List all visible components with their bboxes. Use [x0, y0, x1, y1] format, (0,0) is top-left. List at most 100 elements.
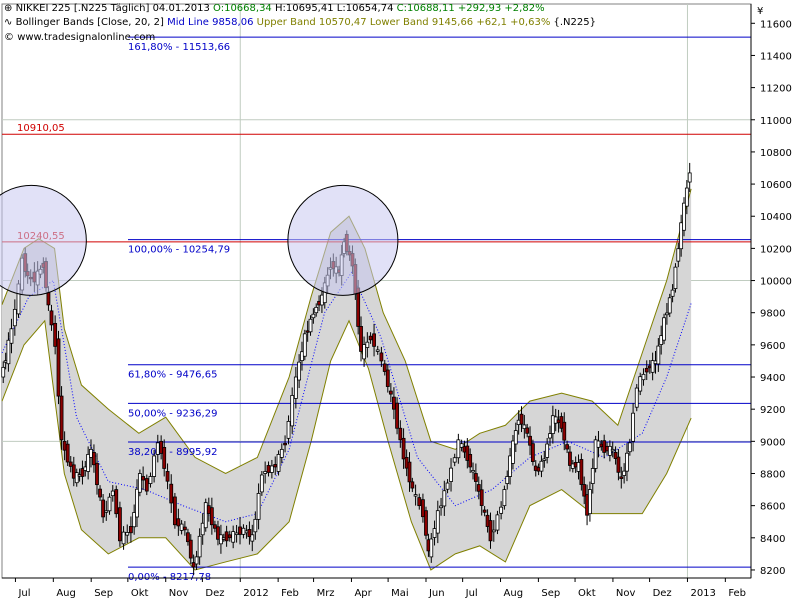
candle-body — [644, 367, 649, 373]
x-tick-label: Mai — [391, 588, 409, 599]
x-tick-label: Feb — [728, 588, 746, 599]
fib-level-label: 38,20% - 8995,92 — [128, 447, 217, 458]
candle-body — [46, 291, 51, 306]
candle-body — [388, 390, 393, 395]
candle-body — [200, 522, 205, 536]
candle-body — [545, 443, 550, 458]
x-tick-label: Jun — [428, 588, 445, 599]
candle-body — [432, 528, 437, 538]
candle-body — [256, 493, 261, 520]
candle-body — [488, 520, 493, 542]
candle-body — [491, 529, 496, 533]
candle-body — [410, 481, 415, 489]
fib-level-label: 61,80% - 9476,65 — [128, 370, 217, 381]
source-link[interactable]: www.tradesignalonline.com — [17, 32, 155, 43]
candle-body — [548, 433, 552, 439]
candle-body — [12, 308, 17, 327]
candle-body — [311, 313, 316, 319]
candle-body — [216, 526, 220, 540]
candle-body — [417, 497, 422, 507]
candle-body — [95, 462, 99, 486]
candle-body — [634, 387, 639, 408]
candle-body — [513, 430, 518, 445]
candle-body — [71, 464, 76, 479]
fib-level-label: 100,00% - 10254,79 — [128, 245, 230, 256]
candle-body — [610, 448, 615, 452]
instrument-icon: ⊕ — [4, 3, 13, 14]
candle-body — [449, 467, 453, 482]
fib-level-label: 50,00% - 9236,29 — [128, 408, 217, 419]
bb-label: Bollinger Bands [Close, 20, 2] — [15, 17, 164, 28]
candle-body — [502, 489, 507, 507]
candle-body — [362, 344, 366, 360]
candle-body — [398, 427, 403, 441]
y-tick-label: 9600 — [760, 341, 785, 352]
candle-body — [234, 532, 239, 535]
bb-mid: Mid Line 9858,06 — [167, 17, 254, 28]
bb-symbol: {.N225} — [553, 17, 596, 28]
candle-body — [445, 482, 450, 490]
candle-body — [56, 338, 61, 397]
candle-body — [407, 461, 412, 483]
candle-body — [468, 454, 473, 468]
resistance-label: 10910,05 — [17, 123, 65, 134]
candle-body — [682, 202, 686, 231]
candle-body — [670, 289, 675, 297]
candle-body — [188, 539, 193, 559]
x-tick-label: Sep — [94, 588, 113, 599]
y-tick-label: 10000 — [760, 277, 792, 288]
candle-body — [482, 509, 487, 513]
x-tick-label: Okt — [578, 588, 596, 599]
y-tick-label: 10400 — [760, 212, 792, 223]
candle-body — [622, 470, 627, 476]
candle-body — [382, 363, 387, 372]
candle-body — [137, 473, 142, 493]
candle-body — [227, 534, 232, 539]
candle-body — [473, 473, 478, 482]
x-tick-label: Aug — [56, 588, 76, 599]
candle-body — [1, 366, 6, 378]
candle-body — [89, 448, 93, 458]
y-tick-label: 9200 — [760, 405, 785, 416]
candle-body — [121, 531, 126, 545]
x-tick-label: Nov — [616, 588, 636, 599]
x-tick-label: Nov — [169, 588, 189, 599]
candle-body — [141, 476, 146, 481]
y-tick-label: 9000 — [760, 437, 785, 448]
candle-body — [439, 505, 443, 509]
candle-body — [250, 534, 255, 542]
header-line-2: ∿ Bollinger Bands [Close, 20, 2] Mid Lin… — [4, 17, 596, 29]
candle-body — [172, 496, 177, 526]
x-tick-label: Dez — [653, 588, 672, 599]
candle-body — [286, 420, 291, 439]
y-tick-label: 9400 — [760, 373, 785, 384]
y-tick-label: 10800 — [760, 148, 792, 159]
candle-body — [107, 496, 112, 512]
candle-body — [209, 507, 214, 526]
chart-root: 161,80% - 11513,66 100,00% - 10254,79 61,8… — [0, 0, 800, 600]
currency-label: ¥ — [757, 6, 763, 17]
candle-body — [435, 510, 440, 534]
candle-body — [684, 187, 689, 207]
candle-body — [169, 483, 174, 504]
candle-body — [495, 514, 500, 531]
y-tick-label: 10600 — [760, 180, 792, 191]
candle-body — [302, 333, 307, 357]
candle-body — [9, 328, 14, 344]
candle-body — [179, 523, 184, 531]
candle-body — [206, 505, 211, 515]
candle-body — [194, 556, 199, 565]
candle-body — [588, 489, 592, 515]
bollinger-icon: ∿ — [4, 17, 13, 28]
candle-body — [213, 524, 217, 529]
copyright-icon: © — [4, 32, 14, 43]
y-tick-label: 8400 — [760, 534, 785, 545]
y-tick-label: 8800 — [760, 469, 785, 480]
candle-body — [182, 526, 187, 531]
y-tick-label: 8200 — [760, 566, 785, 577]
candle-body — [568, 451, 572, 466]
candle-body — [290, 395, 295, 427]
candle-body — [74, 472, 79, 484]
candle-body — [471, 470, 475, 473]
candle-body — [590, 468, 595, 484]
